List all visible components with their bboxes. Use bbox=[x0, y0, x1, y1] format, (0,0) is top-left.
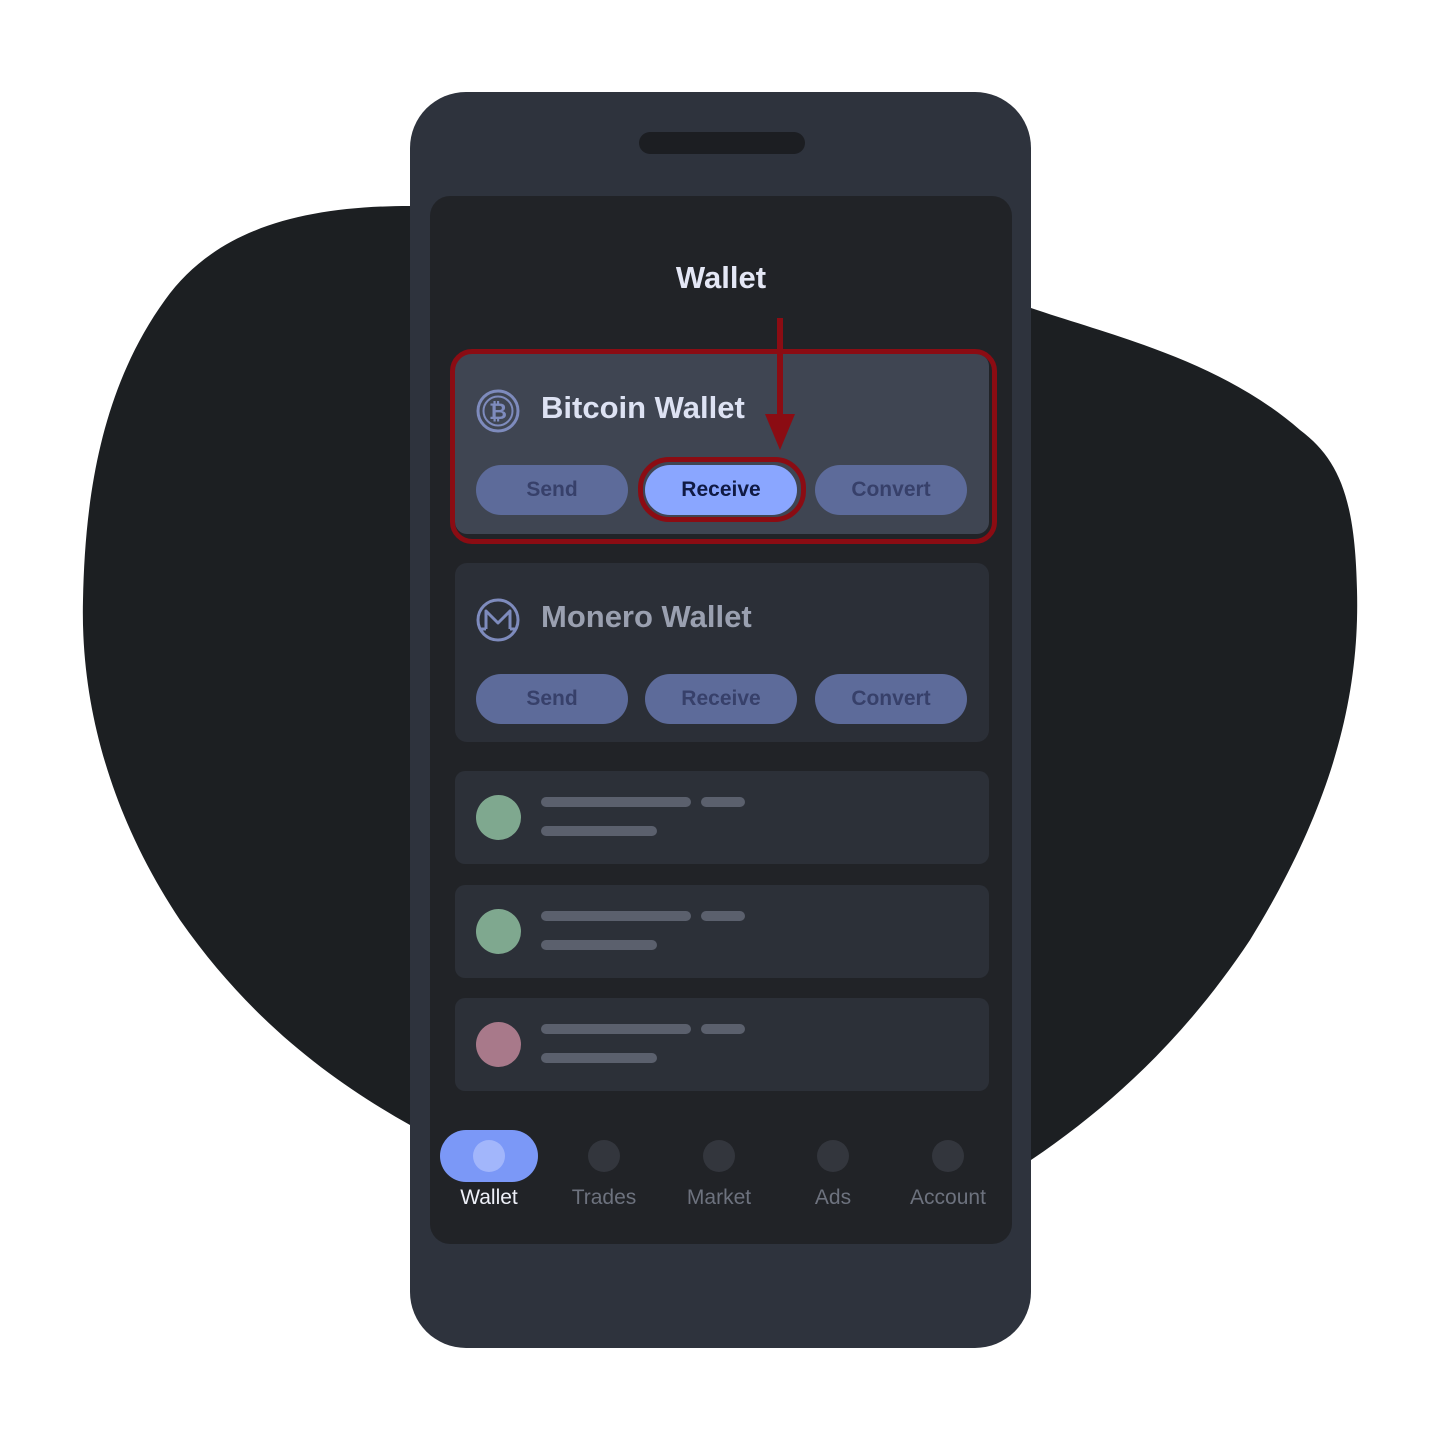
placeholder-line bbox=[541, 826, 657, 836]
trades-icon bbox=[588, 1140, 620, 1172]
nav-item-wallet[interactable]: Wallet bbox=[434, 1130, 544, 1210]
status-dot bbox=[476, 909, 521, 954]
nav-item-market[interactable]: Market bbox=[664, 1140, 774, 1210]
market-icon bbox=[703, 1140, 735, 1172]
wallet-icon bbox=[473, 1140, 505, 1172]
list-item[interactable] bbox=[455, 885, 989, 978]
nav-item-ads[interactable]: Ads bbox=[778, 1140, 888, 1210]
monero-wallet-card: Monero Wallet Send Receive Convert bbox=[455, 563, 989, 742]
phone-frame: Wallet ₿ Bitcoin Wallet Send Receive Con… bbox=[410, 92, 1031, 1348]
placeholder-line bbox=[701, 797, 745, 807]
wallet-name: Monero Wallet bbox=[541, 599, 752, 634]
nav-item-account[interactable]: Account bbox=[893, 1140, 1003, 1210]
status-dot bbox=[476, 1022, 521, 1067]
placeholder-line bbox=[701, 1024, 745, 1034]
placeholder-line bbox=[541, 1053, 657, 1063]
status-dot bbox=[476, 795, 521, 840]
receive-button[interactable]: Receive bbox=[645, 674, 797, 724]
phone-notch bbox=[639, 132, 805, 154]
ads-icon bbox=[817, 1140, 849, 1172]
bitcoin-icon: ₿ bbox=[476, 389, 520, 433]
phone-screen: Wallet ₿ Bitcoin Wallet Send Receive Con… bbox=[430, 196, 1012, 1244]
nav-label: Trades bbox=[571, 1186, 637, 1209]
account-icon bbox=[932, 1140, 964, 1172]
nav-item-trades[interactable]: Trades bbox=[549, 1140, 659, 1210]
arrow-down-icon bbox=[765, 318, 795, 450]
nav-label: Ads bbox=[814, 1186, 852, 1209]
svg-text:₿: ₿ bbox=[489, 400, 507, 425]
bitcoin-wallet-card: ₿ Bitcoin Wallet Send Receive Convert bbox=[455, 354, 989, 534]
placeholder-line bbox=[541, 940, 657, 950]
nav-label: Wallet bbox=[460, 1186, 518, 1209]
placeholder-line bbox=[541, 1024, 691, 1034]
convert-button[interactable]: Convert bbox=[815, 465, 967, 515]
nav-label: Market bbox=[686, 1186, 752, 1209]
send-button[interactable]: Send bbox=[476, 465, 628, 515]
list-item[interactable] bbox=[455, 998, 989, 1091]
placeholder-line bbox=[541, 797, 691, 807]
monero-icon bbox=[476, 598, 520, 642]
convert-button[interactable]: Convert bbox=[815, 674, 967, 724]
list-item[interactable] bbox=[455, 771, 989, 864]
wallet-name: Bitcoin Wallet bbox=[541, 390, 745, 425]
placeholder-line bbox=[541, 911, 691, 921]
send-button[interactable]: Send bbox=[476, 674, 628, 724]
nav-active-pill bbox=[440, 1130, 538, 1182]
nav-label: Account bbox=[910, 1186, 986, 1209]
placeholder-line bbox=[701, 911, 745, 921]
page-title: Wallet bbox=[675, 260, 767, 295]
receive-button[interactable]: Receive bbox=[645, 465, 797, 515]
